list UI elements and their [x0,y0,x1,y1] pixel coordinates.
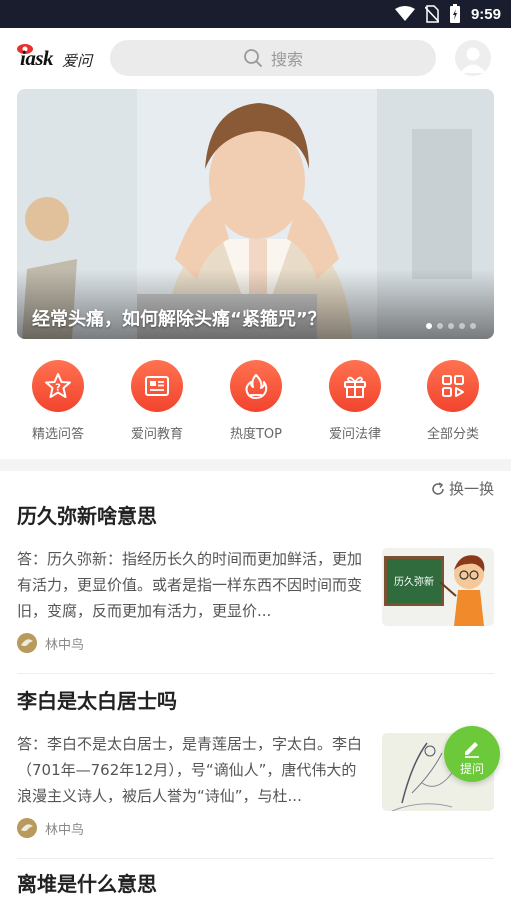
flame-icon [245,374,268,399]
carousel-dot [437,323,443,329]
battery-icon [449,4,460,23]
search-icon [244,49,262,67]
author-avatar [17,633,37,653]
author-name: 林中鸟 [45,637,85,653]
banner-caption[interactable]: 经常头痛，如何解除头痛“紧箍咒”？ [32,305,326,331]
app-header: iask 爱问 搜索 [0,28,511,88]
refresh-icon [432,481,444,495]
carousel-dot [459,323,465,329]
wifi-icon [394,6,415,21]
category-icon-bg [131,360,183,412]
category-icon-bg: ? [32,360,84,412]
banner-carousel[interactable]: 经常头痛，如何解除头痛“紧箍咒”？ [17,89,494,339]
feed-card[interactable]: 李白是太白居士吗 答：李白不是太白居士，是青莲居士，字太白。李白（701年—76… [17,685,494,859]
category-hot-top[interactable]: 热度TOP [211,360,301,442]
carousel-dot [470,323,476,329]
newspaper-icon [145,376,169,396]
refresh-button[interactable]: 换一换 [431,478,494,499]
card-separator [17,858,494,859]
grid-icon [442,375,464,397]
card-author[interactable]: 林中鸟 [17,633,84,653]
no-sim-icon [424,5,439,23]
category-law[interactable]: 爱问法律 [310,360,400,442]
logo-cn: 爱问 [62,52,93,70]
bird-avatar-icon [17,818,37,838]
category-nav: ? 精选问答 爱问教育 热度TOP 爱问法律 全部分类 [0,360,511,450]
category-icon-bg [427,360,479,412]
category-icon-bg [329,360,381,412]
category-featured-qa[interactable]: ? 精选问答 [13,360,103,442]
feed-card[interactable]: 离堆是什么意思 [17,868,494,908]
feed-card[interactable]: 历久弥新啥意思 答：历久弥新：指经历长久的时间而更加鲜活，更加有活力，更显价值。… [17,500,494,674]
category-icon-bg [230,360,282,412]
category-label: 精选问答 [31,427,84,442]
star-question-icon: ? [45,373,71,398]
card-title[interactable]: 历久弥新啥意思 [17,500,494,529]
carousel-dot [426,323,432,329]
author-avatar [17,818,37,838]
thumb-board-text: 历久弥新 [394,575,434,588]
card-title[interactable]: 离堆是什么意思 [17,868,494,897]
teacher-cartoon-image: 历久弥新 [382,548,494,626]
carousel-indicator [426,323,476,329]
section-divider [0,459,511,471]
search-input[interactable]: 搜索 [110,40,436,76]
status-bar: 9:59 [0,0,511,28]
search-placeholder: 搜索 [270,50,303,69]
user-avatar[interactable] [455,40,491,76]
card-separator [17,673,494,674]
carousel-dot [448,323,454,329]
category-label: 热度TOP [229,427,282,442]
bird-avatar-icon [17,633,37,653]
category-label: 爱问教育 [130,427,183,442]
category-label: 全部分类 [426,427,479,442]
category-education[interactable]: 爱问教育 [112,360,202,442]
ask-question-button[interactable]: 提问 [444,726,500,782]
svg-text:?: ? [55,383,61,394]
category-all[interactable]: 全部分类 [408,360,498,442]
logo-text: iask [20,46,54,70]
card-thumbnail[interactable]: 历久弥新 [382,548,494,626]
category-label: 爱问法律 [328,427,381,442]
card-answer[interactable]: 答：李白不是太白居士，是青莲居士，字太白。李白（701年—762年12月），号“… [17,731,362,809]
gift-icon [344,376,366,398]
user-icon [460,47,486,73]
ask-question-label: 提问 [459,762,484,776]
status-time: 9:59 [470,5,501,23]
card-author[interactable]: 林中鸟 [17,818,84,838]
refresh-label: 换一换 [448,480,494,498]
pencil-icon [465,742,479,758]
card-title[interactable]: 李白是太白居士吗 [17,685,494,714]
card-answer[interactable]: 答：历久弥新：指经历长久的时间而更加鲜活，更加有活力，更显价值。或者是指一样东西… [17,546,362,624]
author-name: 林中鸟 [45,822,85,838]
